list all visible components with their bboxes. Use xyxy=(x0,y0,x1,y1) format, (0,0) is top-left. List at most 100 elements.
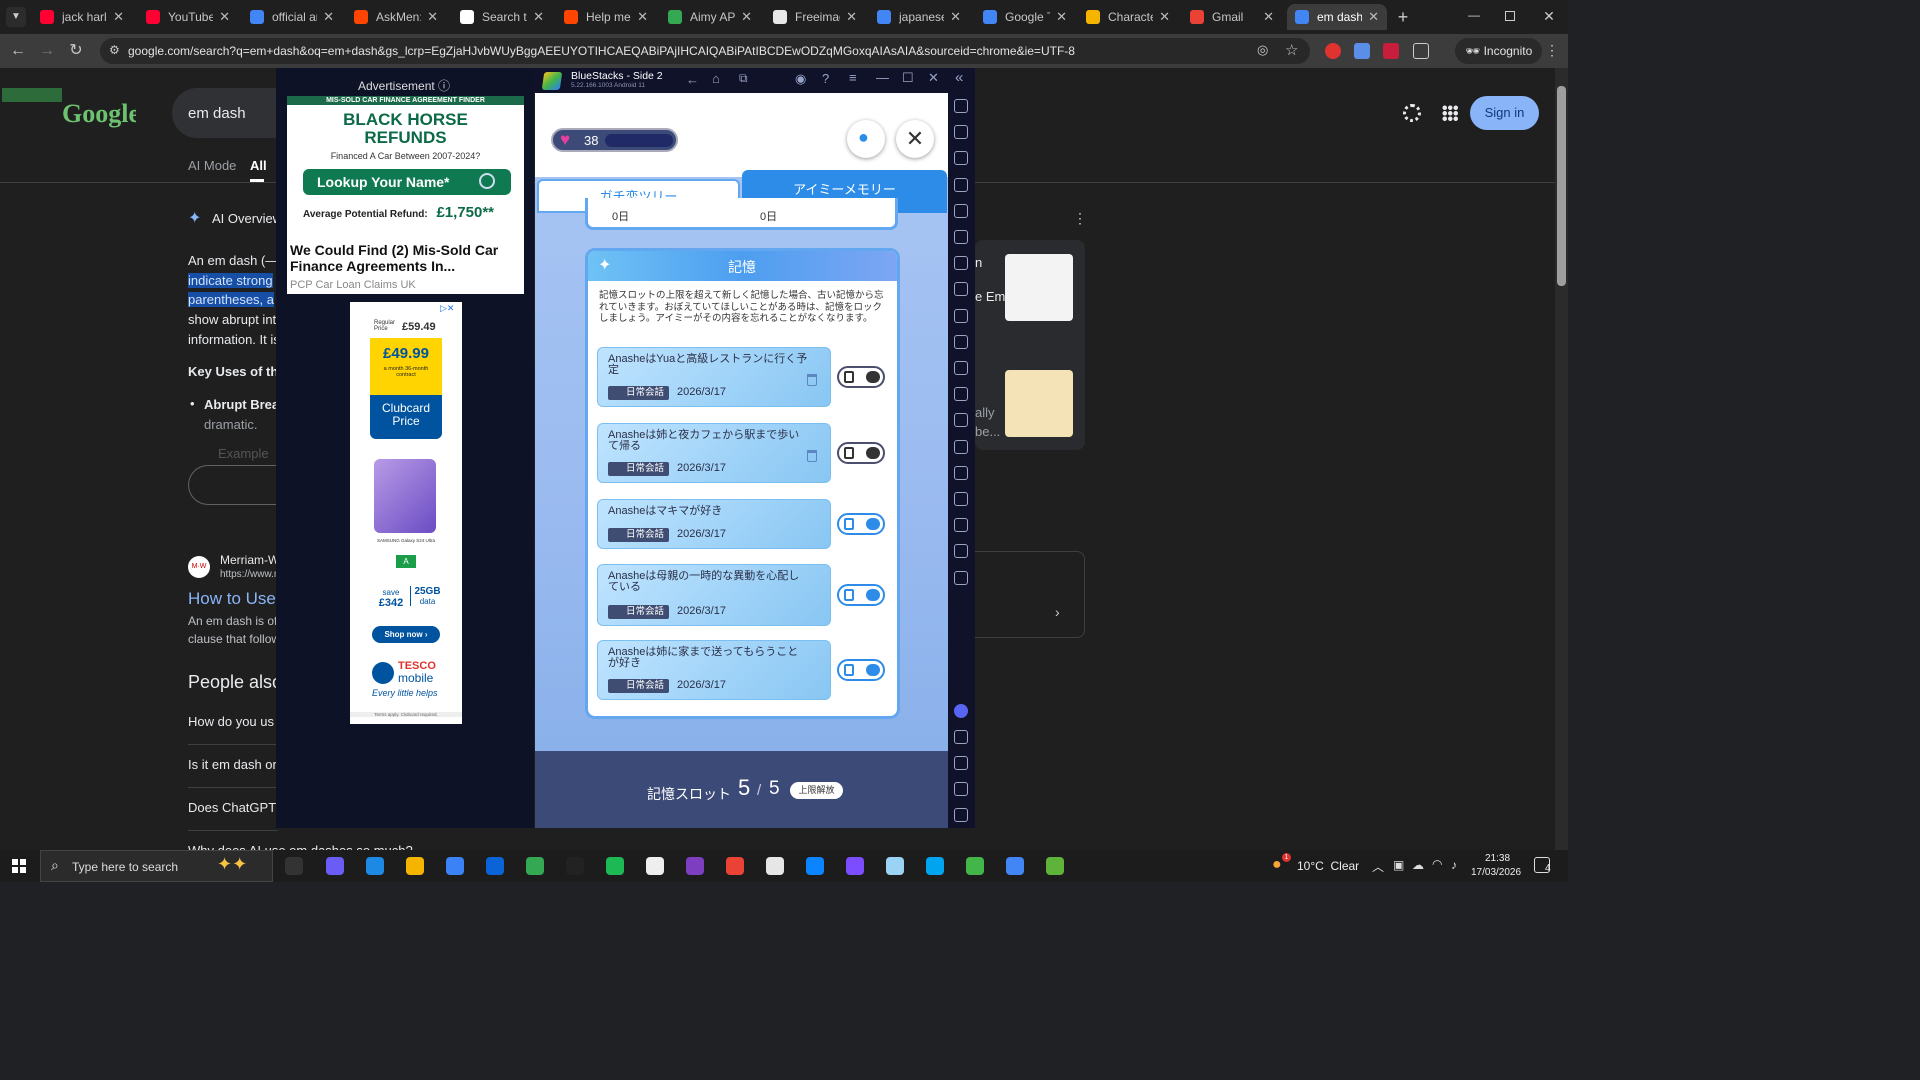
restore-window-button[interactable] xyxy=(1505,11,1515,21)
scrollbar-thumb[interactable] xyxy=(1557,86,1566,286)
bs-help-icon[interactable]: ? xyxy=(822,71,829,86)
tab-close-icon[interactable]: ✕ xyxy=(1263,9,1274,25)
shazam-icon[interactable] xyxy=(806,857,824,875)
folder-icon[interactable] xyxy=(954,387,968,402)
chevron-right-icon[interactable]: › xyxy=(1055,604,1060,620)
browser-tab[interactable]: Help me u ✕ xyxy=(556,4,656,30)
tray-cloud-icon[interactable]: ☁ xyxy=(1412,858,1424,872)
windows-start-icon[interactable] xyxy=(12,859,26,873)
shake-icon[interactable] xyxy=(954,465,968,480)
bs-minimize-icon[interactable]: — xyxy=(876,70,889,85)
tab-close-icon[interactable]: ✕ xyxy=(741,9,752,25)
tab-all[interactable]: All xyxy=(250,158,267,173)
memory-lock-toggle[interactable] xyxy=(837,513,885,535)
settings-gear-icon[interactable] xyxy=(1403,104,1421,122)
bs-home-icon[interactable]: ⌂ xyxy=(712,71,720,86)
tab-close-icon[interactable]: ✕ xyxy=(1056,9,1067,25)
clock-time[interactable]: 21:38 xyxy=(1485,853,1510,864)
taskbar-search-placeholder[interactable]: Type here to search xyxy=(72,860,178,874)
memory-lock-toggle[interactable] xyxy=(837,366,885,388)
paint-icon[interactable] xyxy=(766,857,784,875)
bs-back-icon[interactable]: ← xyxy=(686,72,699,87)
keyboard-icon[interactable] xyxy=(954,177,968,192)
tab-close-icon[interactable]: ✕ xyxy=(113,9,124,25)
chrome-canary-icon[interactable] xyxy=(726,857,744,875)
discord-icon[interactable] xyxy=(954,704,968,718)
shield-extension-icon[interactable] xyxy=(1354,43,1370,59)
tab-close-icon[interactable]: ✕ xyxy=(637,9,648,25)
browser-tab[interactable]: Gmail ✕ xyxy=(1182,4,1282,30)
browser-tab[interactable]: Aimy APK ✕ xyxy=(660,4,760,30)
ad1-headline[interactable]: We Could Find (2) Mis-Sold Car Finance A… xyxy=(290,242,522,274)
tab-close-icon[interactable]: ✕ xyxy=(219,9,230,25)
notes-icon[interactable] xyxy=(886,857,904,875)
app-blue-icon[interactable] xyxy=(926,857,944,875)
screenshot-icon[interactable] xyxy=(954,308,968,323)
tab-close-icon[interactable]: ✕ xyxy=(1159,9,1170,25)
location-icon[interactable] xyxy=(954,361,968,375)
site-info-icon[interactable]: ⚙ xyxy=(109,43,120,57)
bookmark-star-icon[interactable]: ☆ xyxy=(1285,41,1298,59)
tab-close-icon[interactable]: ✕ xyxy=(533,9,544,25)
memory-lock-toggle[interactable] xyxy=(837,442,885,464)
browser-tab[interactable]: Freeimage ✕ xyxy=(765,4,865,30)
sidebar-toggle-icon[interactable] xyxy=(954,570,968,585)
record-icon[interactable] xyxy=(954,334,968,349)
copilot-icon[interactable] xyxy=(326,857,344,875)
forward-icon[interactable]: → xyxy=(36,40,58,62)
chrome-icon[interactable] xyxy=(526,857,544,875)
tray-volume-icon[interactable]: ♪ xyxy=(1451,858,1457,872)
fullscreen-icon[interactable] xyxy=(954,99,968,113)
delete-trash-icon[interactable] xyxy=(807,374,817,386)
memory-lock-toggle[interactable] xyxy=(837,659,885,681)
browser-tab[interactable]: jack harlow ✕ xyxy=(32,4,132,30)
memory-lock-toggle[interactable] xyxy=(837,584,885,606)
live-icon[interactable] xyxy=(566,857,584,875)
close-game-panel-button[interactable]: ✕ xyxy=(896,120,934,158)
right-panel-thumbnail-1[interactable] xyxy=(1005,254,1073,321)
address-bar[interactable]: ⚙ google.com/search?q=em+dash&oq=em+dash… xyxy=(100,38,1310,64)
black-horse-ad[interactable]: MIS-SOLD CAR FINANCE AGREEMENT FINDER BL… xyxy=(287,96,524,294)
more-options-icon[interactable]: ⋮ xyxy=(1073,210,1087,227)
weather-text[interactable]: 10°C Clear xyxy=(1297,859,1359,873)
browser-tab[interactable]: Character ✕ xyxy=(1078,4,1178,30)
edge-icon[interactable] xyxy=(366,857,384,875)
sign-in-button[interactable]: Sign in xyxy=(1470,96,1539,130)
browser-tab[interactable]: YouTube ✕ xyxy=(138,4,238,30)
tab-close-icon[interactable]: ✕ xyxy=(950,9,961,25)
eye-off-icon[interactable]: ◎ xyxy=(1257,42,1268,58)
tray-wifi-icon[interactable]: ◠ xyxy=(1432,857,1442,871)
search-box[interactable]: em dash xyxy=(172,88,282,138)
tesco-mobile-ad[interactable]: ▷✕ Regular Price £59.49 £49.99 a month 3… xyxy=(350,302,462,724)
green-app-icon[interactable] xyxy=(1046,857,1064,875)
bs-menu-icon[interactable]: ≡ xyxy=(849,70,857,85)
people-also-ask-question[interactable]: Is it em dash or xyxy=(188,757,277,772)
google-doodle-logo[interactable]: Google xyxy=(2,82,140,132)
url-text[interactable]: google.com/search?q=em+dash&oq=em+dash&g… xyxy=(128,44,1075,58)
back-icon[interactable]: ← xyxy=(7,40,29,62)
home-nav-icon[interactable] xyxy=(954,782,968,796)
tab-ai-mode[interactable]: AI Mode xyxy=(188,158,236,173)
apps-grid-icon[interactable] xyxy=(1442,105,1458,121)
people-also-ask-question[interactable]: Why does AI use em dashes so much? xyxy=(188,843,413,850)
store-icon[interactable] xyxy=(446,857,464,875)
people-also-ask-question[interactable]: How do you us xyxy=(188,714,274,729)
delete-trash-icon[interactable] xyxy=(807,450,817,462)
bs-maximize-icon[interactable]: ☐ xyxy=(902,70,914,86)
bs-account-icon[interactable]: ◉ xyxy=(795,71,806,87)
profile-button[interactable]: ● xyxy=(847,120,885,158)
obsidian-icon[interactable] xyxy=(846,857,864,875)
browser-tab[interactable]: japanese t ✕ xyxy=(869,4,969,30)
close-window-button[interactable]: ✕ xyxy=(1541,8,1557,24)
right-panel-thumbnail-2[interactable] xyxy=(1005,370,1073,437)
bs-close-icon[interactable]: ✕ xyxy=(928,70,939,86)
search-input[interactable]: em dash xyxy=(188,105,246,122)
reload-icon[interactable]: ↻ xyxy=(65,40,87,62)
memory-card[interactable]: Anasheはマキマが好き 日常会話 2026/3/17 xyxy=(597,499,831,549)
tray-meet-icon[interactable]: ▣ xyxy=(1393,858,1404,872)
extensions-puzzle-icon[interactable] xyxy=(1413,43,1429,59)
ad1-advertiser[interactable]: PCP Car Loan Claims UK xyxy=(290,279,416,291)
source-name[interactable]: Merriam-W xyxy=(220,553,279,567)
resize-icon[interactable] xyxy=(954,439,968,454)
browser-tab[interactable]: Search thr ✕ xyxy=(452,4,552,30)
